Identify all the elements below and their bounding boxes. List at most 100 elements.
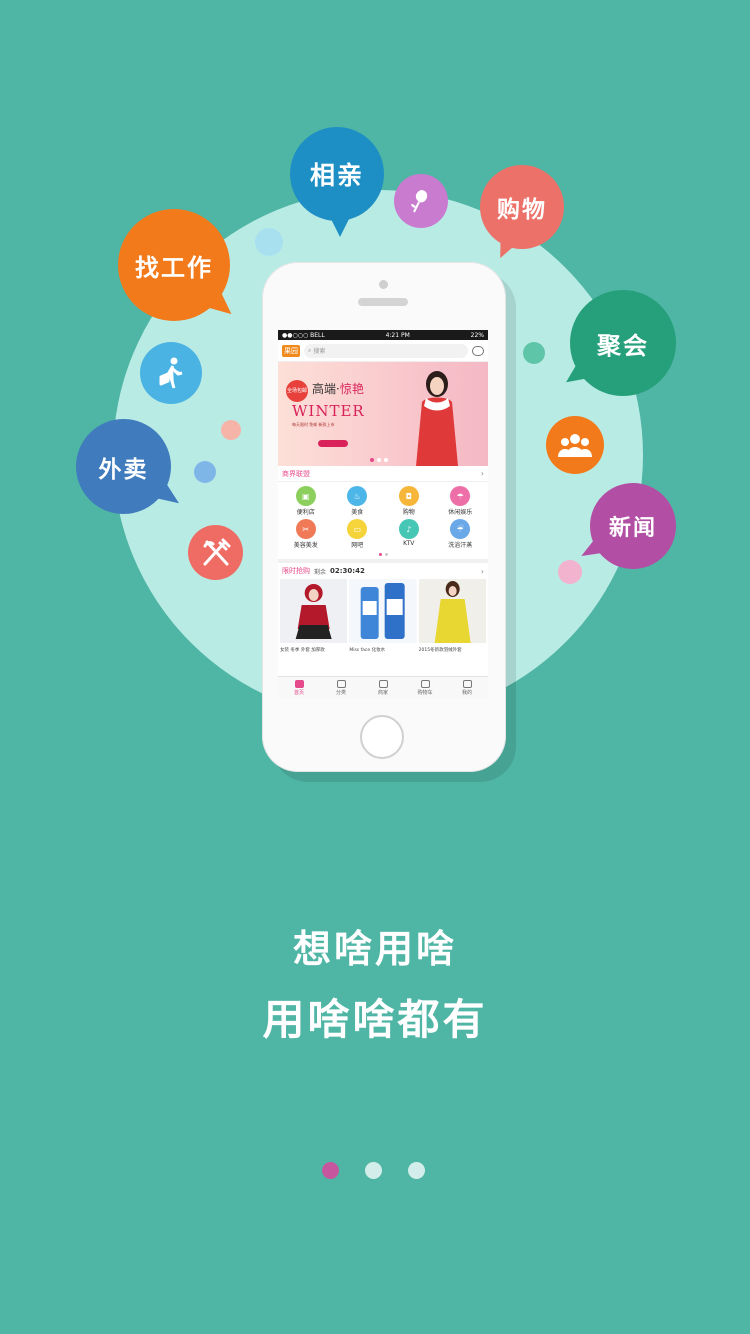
- decor-dot: [558, 560, 582, 584]
- mic-icon: ♪: [398, 519, 419, 539]
- shop-icon: [378, 679, 388, 688]
- tab-label: 商家: [377, 689, 388, 696]
- category-item[interactable]: ☔ 洗浴汗蒸: [435, 519, 487, 549]
- bag-icon: ◘: [398, 486, 419, 506]
- page-dot[interactable]: [365, 1162, 382, 1179]
- banner-indicator: [370, 458, 388, 462]
- product-card[interactable]: 2015冬新款羽绒外套: [418, 579, 487, 653]
- category-item[interactable]: ◘ 购物: [383, 486, 435, 516]
- tab-label: 首页: [293, 689, 304, 696]
- monitor-icon: ▭: [347, 519, 368, 539]
- bubble-dating: 相亲: [290, 127, 384, 237]
- product-image: [279, 579, 348, 643]
- countdown: 02:30:42: [330, 567, 365, 575]
- user-icon: [462, 679, 472, 688]
- app-logo: 果园: [282, 344, 300, 357]
- search-bar: 果园 ⌕ 搜索: [278, 340, 488, 362]
- bubble-news: 新闻: [577, 483, 676, 569]
- page-dot[interactable]: [408, 1162, 425, 1179]
- page-dot-active[interactable]: [322, 1162, 339, 1179]
- bubble-takeout: 外卖: [76, 419, 185, 514]
- headline-part: 高端·: [312, 382, 340, 396]
- bubble-find-job: 找工作: [118, 209, 238, 322]
- bubble-label: 外卖: [98, 455, 149, 483]
- tab-label: 购物车: [417, 689, 433, 696]
- bubble-party: 聚会: [560, 290, 676, 396]
- remaining-label: 剩余: [314, 568, 327, 576]
- search-input[interactable]: ⌕ 搜索: [304, 343, 468, 358]
- people-group-icon: [546, 416, 604, 474]
- bubble-label: 相亲: [309, 161, 364, 190]
- tab-home[interactable]: 首页: [278, 677, 320, 698]
- shower-icon: ☔: [450, 519, 471, 539]
- cart-icon: [420, 679, 430, 688]
- product-card[interactable]: 女装 冬季 外套 加厚款: [279, 579, 348, 653]
- walking-person-icon: [140, 342, 202, 404]
- phone-home-button: [360, 715, 404, 759]
- tab-merchant[interactable]: 商家: [362, 677, 404, 698]
- category-item[interactable]: ✂ 美容美发: [280, 519, 332, 549]
- category-item[interactable]: ▣ 便利店: [280, 486, 332, 516]
- grid-icon: [336, 679, 346, 688]
- chevron-right-icon: ›: [480, 469, 484, 478]
- tab-label: 我的: [461, 689, 472, 696]
- decor-dot: [221, 420, 241, 440]
- carrier: ●●○○○ BELL: [282, 331, 325, 339]
- slogan-line-2: 用啥啥都有: [262, 995, 488, 1044]
- banner-model-image: [416, 371, 458, 466]
- search-placeholder: 搜索: [313, 348, 326, 355]
- store-icon: ▣: [295, 486, 316, 506]
- category-label: 美容美发: [293, 542, 318, 549]
- banner-cta: [318, 440, 348, 447]
- decor-dot: [523, 342, 545, 364]
- banner-badge: 全场包邮: [286, 380, 308, 402]
- product-list: 女装 冬季 外套 加厚款 Miss face 化妆水 2015冬新款羽绒外套: [278, 579, 488, 653]
- clock: 4:21 PM: [385, 331, 410, 339]
- category-label: 美食: [351, 509, 364, 516]
- tab-category[interactable]: 分类: [320, 677, 362, 698]
- banner-winter: WINTER: [292, 402, 365, 420]
- category-item[interactable]: ▭ 网吧: [332, 519, 384, 549]
- slogan-line-1: 想啥用啥: [292, 926, 457, 971]
- merchant-title: 商界联盟: [282, 469, 310, 478]
- splash-screen: 相亲 找工作 购物 聚会 外卖 新闻 ●●○○○ BELL 4:21 PM 22…: [0, 0, 750, 1334]
- front-camera: [379, 280, 388, 289]
- product-caption: Miss face 化妆水: [349, 648, 386, 653]
- search-icon: ⌕: [308, 346, 312, 354]
- bubble-label: 新闻: [608, 515, 657, 541]
- earpiece: [358, 298, 408, 306]
- status-bar: ●●○○○ BELL 4:21 PM 22%: [278, 330, 488, 340]
- decor-dot: [255, 228, 283, 256]
- food-icon: ♨: [347, 486, 368, 506]
- category-label: 网吧: [351, 542, 364, 549]
- merchant-header[interactable]: 商界联盟 ›: [278, 466, 488, 482]
- decor-dot: [194, 461, 216, 483]
- banner-headline: 高端·惊艳: [312, 380, 364, 397]
- umbrella-icon: ☂: [450, 486, 471, 506]
- tab-label: 分类: [335, 689, 346, 696]
- promo-banner[interactable]: 全场包邮 高端·惊艳 WINTER 每天限时 免邮 新款上市: [278, 362, 488, 466]
- category-item[interactable]: ♨ 美食: [332, 486, 384, 516]
- bubble-label: 找工作: [135, 252, 213, 282]
- banner-fine-print: 每天限时 免邮 新款上市: [292, 422, 335, 427]
- category-label: 洗浴汗蒸: [448, 542, 473, 549]
- message-icon[interactable]: [472, 345, 484, 356]
- rose-icon: [394, 174, 448, 228]
- bubble-label: 购物: [497, 196, 547, 223]
- page-indicator: [322, 1162, 425, 1179]
- bubble-label: 聚会: [597, 330, 649, 360]
- category-item[interactable]: ♪ KTV: [383, 519, 435, 549]
- flash-title: 限时抢购: [282, 567, 310, 575]
- battery: 22%: [470, 331, 484, 339]
- fork-knife-icon: [188, 525, 243, 580]
- product-caption: 2015冬新款羽绒外套: [418, 648, 462, 653]
- flash-sale-header[interactable]: 限时抢购 剩余 02:30:42 ›: [278, 559, 488, 579]
- tab-cart[interactable]: 购物车: [404, 677, 446, 698]
- category-grid: ▣ 便利店 ♨ 美食 ◘ 购物 ☂ 休闲娱乐 ✂ 美容美发 ▭ 网吧 ♪ KTV ☔ 洗浴汗蒸: [278, 482, 488, 553]
- product-card[interactable]: Miss face 化妆水: [348, 579, 417, 653]
- tab-profile[interactable]: 我的: [446, 677, 488, 698]
- category-item[interactable]: ☂ 休闲娱乐: [435, 486, 487, 516]
- category-label: 休闲娱乐: [448, 509, 473, 516]
- product-caption: 女装 冬季 外套 加厚款: [280, 648, 325, 653]
- app-screen: ●●○○○ BELL 4:21 PM 22% 果园 ⌕ 搜索 全场包邮 高端·惊…: [278, 330, 488, 698]
